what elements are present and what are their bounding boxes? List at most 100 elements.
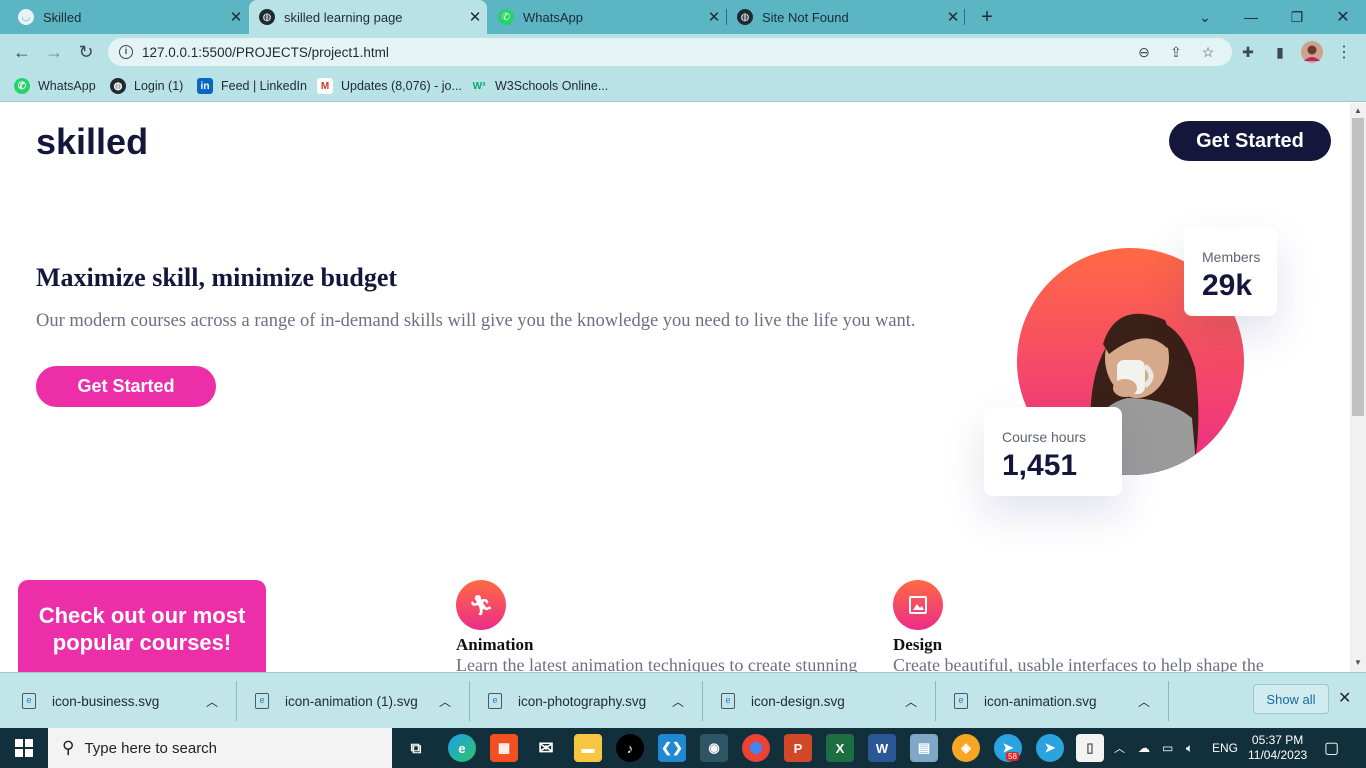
profile-avatar[interactable] <box>1298 38 1326 66</box>
bookmark-w3schools[interactable]: W³ W3Schools Online... <box>471 76 609 96</box>
file-icon: e <box>22 693 36 709</box>
word-icon[interactable]: W <box>868 734 896 762</box>
chevron-up-icon[interactable]: ︿ <box>206 693 218 710</box>
bookmark-star-icon[interactable]: ☆ <box>1194 38 1222 66</box>
course-desc-design: Create beautiful, usable interfaces to h… <box>893 655 1264 672</box>
address-bar[interactable]: i 127.0.0.1:5500/PROJECTS/project1.html <box>108 38 1232 66</box>
battery-icon[interactable]: ▭ <box>1162 728 1173 768</box>
download-filename: icon-animation.svg <box>984 693 1097 709</box>
scrollbar-thumb[interactable] <box>1352 118 1364 416</box>
tab-site-not-found[interactable]: ◍ Site Not Found ✕ <box>727 0 965 34</box>
task-view-icon[interactable]: ⧉ <box>402 734 430 762</box>
close-window-button[interactable]: ✕ <box>1320 0 1366 34</box>
download-separator <box>702 681 703 721</box>
bookmark-gmail[interactable]: M Updates (8,076) - jo... <box>317 76 462 96</box>
menu-kebab-icon[interactable]: ⋮ <box>1330 38 1358 66</box>
download-item[interactable]: e icon-design.svg ︿ <box>721 673 935 729</box>
members-label: Members <box>1202 249 1261 265</box>
tab-skilled-learning-page[interactable]: ◍ skilled learning page ✕ <box>249 0 487 34</box>
download-shelf: e icon-business.svg ︿ e icon-animation (… <box>0 672 1366 728</box>
hero-get-started-button[interactable]: Get Started <box>36 366 216 407</box>
close-tab-icon[interactable]: ✕ <box>224 8 248 26</box>
chrome-profile-icon[interactable]: ◉ <box>700 734 728 762</box>
tray-chevron-icon[interactable]: ︿ <box>1114 728 1125 768</box>
chrome-icon[interactable] <box>742 734 770 762</box>
header-get-started-button[interactable]: Get Started <box>1169 121 1331 161</box>
bookmark-label: Login (1) <box>134 79 184 93</box>
bookmark-linkedin[interactable]: in Feed | LinkedIn <box>197 76 307 96</box>
document-icon[interactable]: ▯ <box>1076 734 1104 762</box>
site-info-icon[interactable]: i <box>119 45 133 59</box>
download-separator <box>935 681 936 721</box>
notes-icon[interactable]: ▤ <box>910 734 938 762</box>
image-icon <box>893 580 943 630</box>
bookmark-label: Updates (8,076) - jo... <box>341 79 462 93</box>
volume-icon[interactable]: 🔈︎ <box>1186 728 1193 768</box>
tab-search-chevron-icon[interactable]: ⌄ <box>1182 0 1228 34</box>
download-item[interactable]: e icon-animation.svg ︿ <box>954 673 1168 729</box>
weather-cloud-icon[interactable]: ☁ <box>1138 728 1150 768</box>
edge-icon[interactable]: e <box>448 734 476 762</box>
clock[interactable]: 05:37 PM 11/04/2023 <box>1248 728 1307 768</box>
chevron-up-icon[interactable]: ︿ <box>905 693 917 710</box>
hero-heading: Maximize skill, minimize budget <box>36 263 398 292</box>
download-filename: icon-animation (1).svg <box>285 693 418 709</box>
close-tab-icon[interactable]: ✕ <box>463 8 487 26</box>
excel-icon[interactable]: X <box>826 734 854 762</box>
download-separator <box>1168 681 1169 721</box>
bookmarks-bar: ✆ WhatsApp ◍ Login (1) in Feed | LinkedI… <box>0 70 1366 102</box>
scroll-down-arrow-icon[interactable]: ▼ <box>1350 656 1366 670</box>
share-icon[interactable]: ⇪ <box>1162 38 1190 66</box>
powerpoint-icon[interactable]: P <box>784 734 812 762</box>
new-tab-button[interactable]: + <box>964 0 1010 34</box>
tiktok-icon[interactable]: ♪ <box>616 734 644 762</box>
chevron-up-icon[interactable]: ︿ <box>1138 693 1150 710</box>
start-button[interactable] <box>0 728 48 768</box>
close-tab-icon[interactable]: ✕ <box>702 8 726 26</box>
download-filename: icon-business.svg <box>52 693 160 709</box>
taskbar-search-box[interactable]: ⚲ Type here to search <box>48 728 392 768</box>
bookmark-whatsapp[interactable]: ✆ WhatsApp <box>14 76 96 96</box>
close-download-shelf-icon[interactable]: ✕ <box>1338 688 1351 708</box>
back-button[interactable]: ← <box>7 34 37 70</box>
zoom-icon[interactable]: ⊖ <box>1130 38 1158 66</box>
download-separator <box>469 681 470 721</box>
file-icon: e <box>954 693 968 709</box>
w3schools-icon: W³ <box>472 80 486 92</box>
download-item[interactable]: e icon-photography.svg ︿ <box>488 673 702 729</box>
language-indicator[interactable]: ENG <box>1212 728 1238 768</box>
extensions-icon[interactable]: ✚ <box>1234 38 1262 66</box>
tab-title: WhatsApp <box>523 9 583 25</box>
url-text[interactable]: 127.0.0.1:5500/PROJECTS/project1.html <box>142 45 389 60</box>
chevron-up-icon[interactable]: ︿ <box>439 693 451 710</box>
mail-icon[interactable]: ✉ <box>532 734 560 762</box>
bookmark-label: W3Schools Online... <box>495 79 609 93</box>
notifications-icon[interactable]: ▢ <box>1324 728 1339 768</box>
vpn-shield-icon[interactable]: ◈ <box>952 734 980 762</box>
store-icon[interactable]: ▦ <box>490 734 518 762</box>
chevron-up-icon[interactable]: ︿ <box>672 693 684 710</box>
telegram-desktop-icon[interactable]: ➤ <box>1036 734 1064 762</box>
show-all-downloads-button[interactable]: Show all <box>1253 684 1329 714</box>
file-explorer-icon[interactable]: ▬ <box>574 734 602 762</box>
clock-date: 11/04/2023 <box>1248 748 1308 762</box>
side-panel-icon[interactable]: ▮ <box>1266 38 1294 66</box>
forward-button[interactable]: → <box>39 34 69 70</box>
download-item[interactable]: e icon-business.svg ︿ <box>22 673 236 729</box>
restore-button[interactable]: ❐ <box>1274 0 1320 34</box>
search-icon: ⚲ <box>62 738 75 757</box>
reload-button[interactable]: ↻ <box>71 34 101 70</box>
whatsapp-icon: ✆ <box>14 78 30 94</box>
hero-text: Our modern courses across a range of in-… <box>36 311 916 331</box>
search-placeholder: Type here to search <box>84 739 218 757</box>
bookmark-login[interactable]: ◍ Login (1) <box>110 76 183 96</box>
scroll-up-arrow-icon[interactable]: ▲ <box>1350 104 1366 118</box>
tab-skilled[interactable]: ◡ Skilled ✕ <box>0 0 248 34</box>
vscode-icon[interactable]: ❮❯ <box>658 734 686 762</box>
close-tab-icon[interactable]: ✕ <box>941 8 965 26</box>
minimize-button[interactable]: — <box>1228 0 1274 34</box>
tab-whatsapp[interactable]: ✆ WhatsApp ✕ <box>488 0 726 34</box>
tab-strip: ◡ Skilled ✕ ◍ skilled learning page ✕ ✆ … <box>0 0 1366 34</box>
download-item[interactable]: e icon-animation (1).svg ︿ <box>255 673 469 729</box>
site-logo[interactable]: skilled <box>36 121 148 163</box>
